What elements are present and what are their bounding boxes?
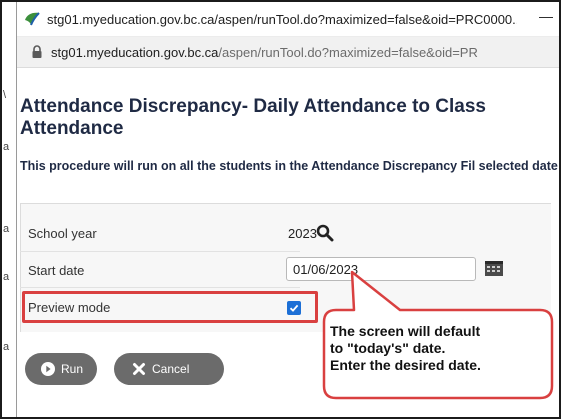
- run-button-label: Run: [61, 362, 84, 376]
- calendar-icon[interactable]: [485, 261, 503, 276]
- window-title: stg01.myeducation.gov.bc.ca/aspen/runToo…: [47, 12, 517, 27]
- school-year-value: 2023: [288, 226, 317, 241]
- address-bar[interactable]: stg01.myeducation.gov.bc.ca/aspen/runToo…: [17, 37, 559, 68]
- callout-line: Enter the desired date.: [330, 357, 481, 373]
- background-glyph: a: [3, 271, 10, 283]
- school-year-label: School year: [28, 226, 97, 241]
- cancel-button[interactable]: Cancel: [114, 353, 224, 385]
- start-date-input[interactable]: [286, 257, 476, 281]
- background-glyph: \: [3, 89, 7, 101]
- callout-text: The screen will default to "today's" dat…: [330, 323, 530, 374]
- play-circle-icon: [41, 362, 55, 376]
- url-path: /aspen/runTool.do?maximized=false&oid=PR: [218, 45, 478, 60]
- procedure-description: This procedure will run on all the stude…: [20, 159, 558, 173]
- background-glyph: a: [3, 223, 10, 235]
- window-titlebar: stg01.myeducation.gov.bc.ca/aspen/runToo…: [17, 2, 559, 37]
- preview-mode-highlight: [22, 291, 318, 323]
- url-text[interactable]: stg01.myeducation.gov.bc.ca/aspen/runToo…: [51, 45, 559, 60]
- cancel-button-label: Cancel: [152, 362, 190, 376]
- myeducation-favicon-icon: [25, 12, 40, 26]
- lock-icon: [32, 45, 42, 58]
- start-date-label: Start date: [28, 263, 85, 278]
- background-glyph: a: [3, 341, 10, 353]
- close-icon: [133, 363, 145, 375]
- minimize-button[interactable]: —: [539, 8, 553, 24]
- run-button[interactable]: Run: [25, 353, 97, 385]
- callout-line: to "today's" date.: [330, 340, 446, 356]
- background-window-edge: \ a a a a: [2, 2, 17, 417]
- search-icon[interactable]: [316, 224, 334, 242]
- background-glyph: a: [3, 141, 10, 153]
- form-row-divider: [20, 287, 300, 288]
- form-row-divider: [20, 251, 300, 252]
- page-title: Attendance Discrepancy- Daily Attendance…: [20, 96, 486, 139]
- url-host: stg01.myeducation.gov.bc.ca: [51, 45, 219, 60]
- callout-line: The screen will default: [330, 323, 481, 339]
